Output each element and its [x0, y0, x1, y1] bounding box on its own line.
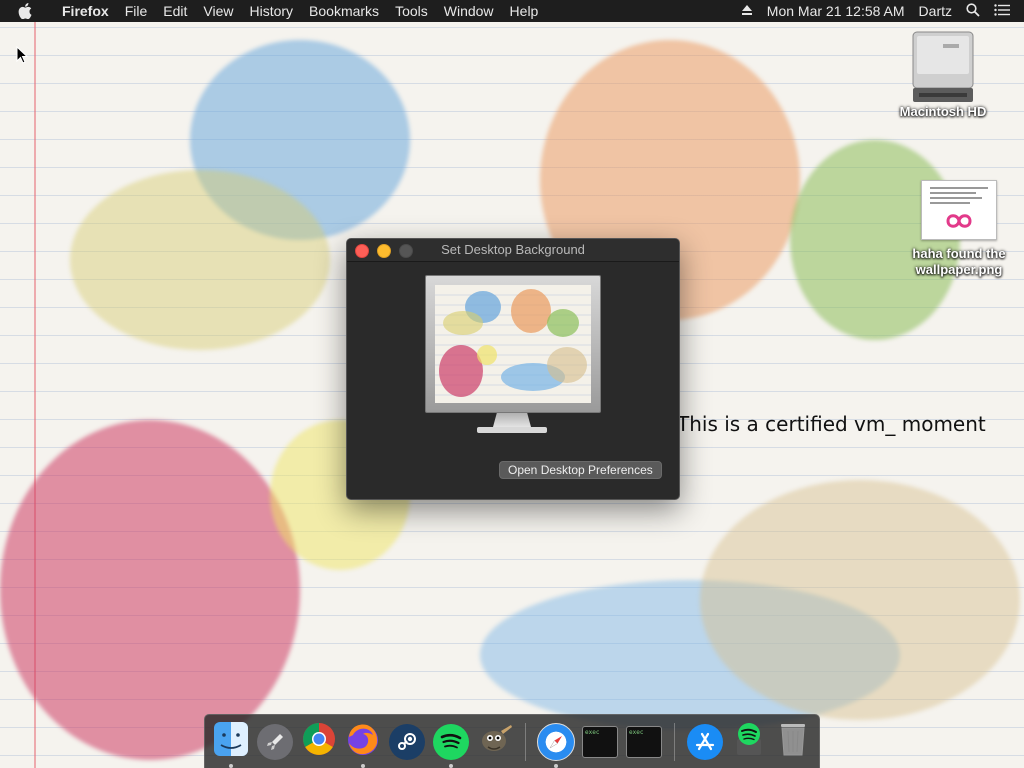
menu-help[interactable]: Help	[502, 0, 547, 22]
dock-finder[interactable]	[211, 721, 251, 768]
gimp-icon	[477, 721, 513, 762]
spotify-installer-icon	[733, 721, 765, 762]
menu-bookmarks[interactable]: Bookmarks	[301, 0, 387, 22]
firefox-icon	[345, 721, 381, 762]
wallpaper-preview-image	[435, 285, 591, 403]
desktop-icon-label: Macintosh HD	[899, 104, 987, 119]
menu-tools[interactable]: Tools	[387, 0, 436, 22]
dock-terminal-1[interactable]: exec	[580, 722, 620, 762]
spotlight-search-icon[interactable]	[966, 2, 980, 20]
dock-chrome[interactable]	[299, 722, 339, 762]
dock-separator	[525, 722, 526, 761]
hard-drive-icon	[907, 30, 979, 104]
trash-icon	[778, 721, 808, 762]
app-store-icon	[687, 723, 723, 760]
finder-icon	[213, 721, 249, 762]
open-desktop-preferences-button[interactable]: Open Desktop Preferences	[499, 461, 662, 479]
menu-history[interactable]: History	[241, 0, 301, 22]
dock: exec exec	[204, 714, 820, 768]
dock-app-store[interactable]	[685, 722, 725, 762]
desktop-icon-macintosh-hd[interactable]: Macintosh HD	[898, 30, 988, 119]
desktop-icon-label-line2: wallpaper.png	[915, 262, 1003, 277]
menu-edit[interactable]: Edit	[155, 0, 195, 22]
menubar-clock[interactable]: Mon Mar 21 12:58 AM	[767, 0, 905, 22]
dock-launchpad[interactable]	[255, 722, 295, 762]
steam-icon	[389, 723, 425, 760]
dock-steam[interactable]	[387, 722, 427, 762]
monitor-preview	[425, 275, 601, 413]
png-file-thumbnail-icon	[921, 180, 997, 240]
dock-spotify-installer[interactable]	[729, 722, 769, 762]
window-titlebar[interactable]: Set Desktop Background	[347, 239, 679, 262]
dock-trash[interactable]	[773, 722, 813, 762]
desktop-icon-wallpaper-png[interactable]: haha found the wallpaper.png	[900, 180, 1018, 278]
dock-spotify[interactable]	[431, 722, 471, 768]
menubar-user-name[interactable]: Dartz	[919, 0, 952, 22]
set-desktop-background-window: Set Desktop Background Open Desktop Pref…	[346, 238, 680, 500]
monitor-bezel	[425, 275, 601, 413]
notification-center-icon[interactable]	[994, 3, 1010, 19]
drawing-yellow-creature	[70, 170, 330, 350]
eject-icon[interactable]	[741, 3, 753, 19]
menu-view[interactable]: View	[195, 0, 241, 22]
menu-file[interactable]: File	[117, 0, 156, 22]
dock-firefox[interactable]	[343, 721, 383, 768]
apple-menu-icon[interactable]	[18, 3, 36, 19]
launchpad-rocket-icon	[257, 723, 293, 760]
menu-app-firefox[interactable]: Firefox	[54, 0, 117, 22]
desktop-icon-label-line1: haha found the	[912, 246, 1006, 261]
safari-compass-icon	[537, 722, 575, 761]
drawing-pink-creature	[0, 420, 300, 760]
spotify-icon	[433, 723, 469, 760]
window-title: Set Desktop Background	[441, 242, 585, 257]
dock-terminal-2[interactable]: exec	[624, 722, 664, 762]
terminal-icon: exec	[626, 725, 662, 758]
desktop-caption-text: This is a certified vm_ moment	[677, 412, 986, 436]
menu-window[interactable]: Window	[436, 0, 502, 22]
dock-gimp[interactable]	[475, 722, 515, 762]
mouse-cursor-icon	[16, 45, 29, 69]
monitor-stand	[477, 413, 547, 435]
dock-safari[interactable]	[536, 722, 576, 768]
chrome-icon	[301, 721, 337, 762]
dock-separator	[674, 722, 675, 761]
drawing-tan-creature	[700, 480, 1020, 720]
terminal-icon: exec	[582, 725, 618, 758]
menu-bar: Firefox File Edit View History Bookmarks…	[0, 0, 1024, 22]
